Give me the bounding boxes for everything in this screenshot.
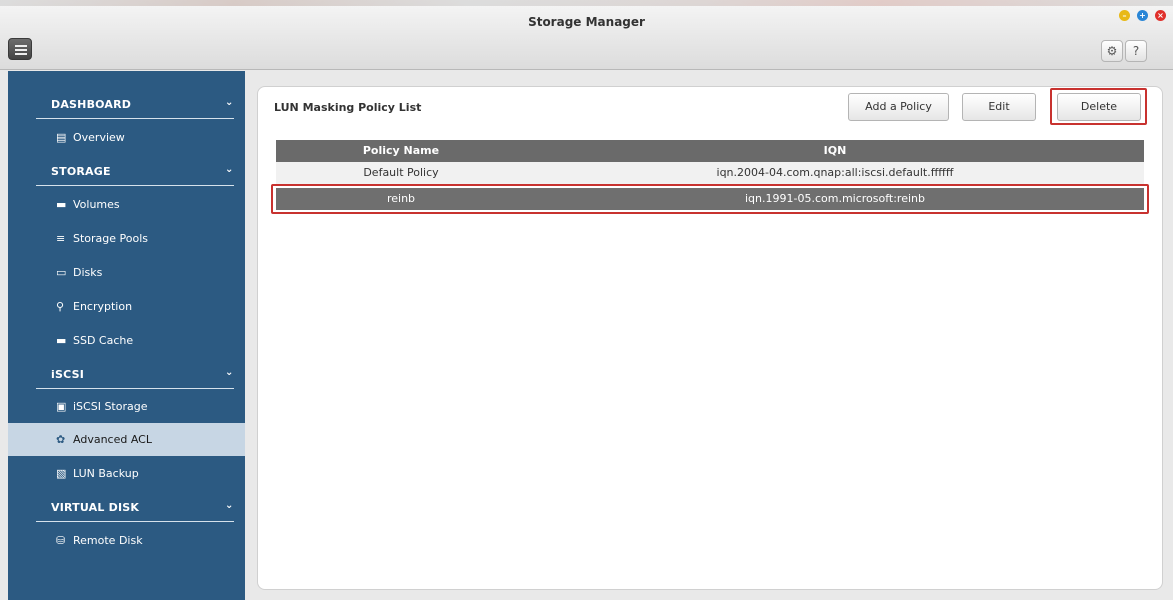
chevron-down-icon: ⌄ bbox=[225, 97, 234, 108]
sidebar-item-label: Disks bbox=[73, 266, 103, 279]
overview-icon: ▤ bbox=[56, 131, 67, 144]
menu-toggle-button[interactable] bbox=[8, 38, 32, 60]
close-icon[interactable]: × bbox=[1155, 10, 1166, 21]
lun-backup-icon: ▧ bbox=[56, 467, 67, 480]
sidebar-item-label: Overview bbox=[73, 131, 125, 144]
gear-icon: ⚙ bbox=[1106, 44, 1118, 58]
menu-icon-line bbox=[15, 49, 27, 51]
disk-icon: ▭ bbox=[56, 266, 67, 279]
iqn-cell: iqn.2004-04.com.qnap:all:iscsi.default.f… bbox=[716, 166, 954, 179]
sidebar-item-lun-backup[interactable]: ▧ LUN Backup bbox=[8, 457, 245, 490]
selected-row-highlight-box bbox=[271, 184, 1149, 214]
sidebar-section-label: iSCSI bbox=[51, 368, 84, 381]
sidebar-section-label: DASHBOARD bbox=[51, 98, 132, 111]
sidebar-section-iscsi[interactable]: iSCSI ⌄ bbox=[8, 357, 245, 391]
main-panel: LUN Masking Policy List Add a Policy Edi… bbox=[257, 86, 1163, 590]
menu-icon-line bbox=[15, 53, 27, 55]
sidebar-item-label: Storage Pools bbox=[73, 232, 149, 245]
chevron-down-icon: ⌄ bbox=[225, 500, 234, 511]
sidebar-item-encryption[interactable]: ⚲ Encryption bbox=[8, 290, 245, 323]
section-divider bbox=[36, 388, 234, 389]
iscsi-storage-icon: ▣ bbox=[56, 400, 67, 413]
column-header-policy-name[interactable]: Policy Name bbox=[276, 140, 526, 162]
window-title: Storage Manager bbox=[528, 15, 645, 29]
column-header-iqn[interactable]: IQN bbox=[526, 140, 1144, 162]
sidebar-item-storage-pools[interactable]: ≡ Storage Pools bbox=[8, 222, 245, 255]
sidebar-section-label: VIRTUAL DISK bbox=[51, 501, 140, 514]
sidebar-item-advanced-acl[interactable]: ✿ Advanced ACL bbox=[8, 423, 245, 456]
help-button[interactable]: ? bbox=[1125, 40, 1147, 62]
sidebar-item-disks[interactable]: ▭ Disks bbox=[8, 256, 245, 289]
help-icon: ? bbox=[1132, 44, 1140, 58]
storage-pool-icon: ≡ bbox=[56, 232, 66, 245]
sidebar-item-label: Advanced ACL bbox=[73, 433, 152, 446]
sidebar-section-storage[interactable]: STORAGE ⌄ bbox=[8, 154, 245, 188]
edit-button[interactable]: Edit bbox=[962, 93, 1036, 121]
policy-name-cell: Default Policy bbox=[363, 166, 439, 179]
sidebar-item-label: Volumes bbox=[73, 198, 120, 211]
sidebar-item-remote-disk[interactable]: ⛁ Remote Disk bbox=[8, 524, 245, 557]
sidebar-item-label: Remote Disk bbox=[73, 534, 143, 547]
sidebar-section-virtual-disk[interactable]: VIRTUAL DISK ⌄ bbox=[8, 490, 245, 524]
volume-icon: ▬ bbox=[56, 198, 67, 211]
sidebar-item-volumes[interactable]: ▬ Volumes bbox=[8, 188, 245, 221]
remote-disk-icon: ⛁ bbox=[56, 534, 66, 547]
gear-icon: ✿ bbox=[56, 433, 66, 446]
settings-button[interactable]: ⚙ bbox=[1101, 40, 1123, 62]
table-header: Policy Name IQN bbox=[276, 140, 1144, 162]
section-divider bbox=[36, 521, 234, 522]
maximize-icon[interactable]: + bbox=[1137, 10, 1148, 21]
chevron-down-icon: ⌄ bbox=[225, 367, 234, 378]
title-bar-accent bbox=[0, 0, 1173, 6]
key-icon: ⚲ bbox=[56, 300, 65, 313]
sidebar-item-label: iSCSI Storage bbox=[73, 400, 148, 413]
delete-button[interactable]: Delete bbox=[1057, 93, 1141, 121]
sidebar-item-label: Encryption bbox=[73, 300, 133, 313]
sidebar-item-overview[interactable]: ▤ Overview bbox=[8, 121, 245, 154]
sidebar-section-label: STORAGE bbox=[51, 165, 111, 178]
minimize-icon[interactable]: – bbox=[1119, 10, 1130, 21]
storage-manager-window: Storage Manager – + × ⚙ ? DASHBOARD ⌄ ▤ … bbox=[0, 0, 1173, 600]
sidebar-section-dashboard[interactable]: DASHBOARD ⌄ bbox=[8, 87, 245, 121]
sidebar-item-label: LUN Backup bbox=[73, 467, 139, 480]
sidebar-item-iscsi-storage[interactable]: ▣ iSCSI Storage bbox=[8, 390, 245, 423]
section-divider bbox=[36, 185, 234, 186]
page-title: LUN Masking Policy List bbox=[274, 101, 422, 114]
title-bar: Storage Manager – + × ⚙ ? bbox=[0, 0, 1173, 70]
ssd-icon: ▬ bbox=[56, 334, 67, 347]
chevron-down-icon: ⌄ bbox=[225, 164, 234, 175]
sidebar-item-label: SSD Cache bbox=[73, 334, 134, 347]
table-row[interactable]: Default Policy iqn.2004-04.com.qnap:all:… bbox=[276, 162, 1144, 184]
menu-icon-line bbox=[15, 45, 27, 47]
sidebar-item-ssd-cache[interactable]: ▬ SSD Cache bbox=[8, 324, 245, 357]
add-policy-button[interactable]: Add a Policy bbox=[848, 93, 949, 121]
sidebar: DASHBOARD ⌄ ▤ Overview STORAGE ⌄ ▬ Volum… bbox=[8, 71, 245, 600]
section-divider bbox=[36, 118, 234, 119]
